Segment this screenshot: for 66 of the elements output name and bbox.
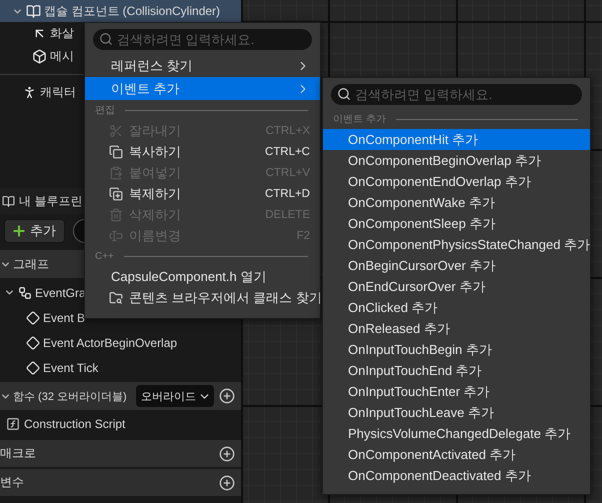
tree-item-label[interactable]: Event B xyxy=(43,310,86,324)
menu-item[interactable]: OnComponentDeactivated 추가 xyxy=(323,465,590,486)
scissors-icon xyxy=(109,124,123,138)
add-circle-icon[interactable] xyxy=(219,388,235,404)
menu-item[interactable]: 이벤트 추가 xyxy=(85,77,320,100)
menu-item[interactable]: OnComponentSleep 추가 xyxy=(323,213,590,234)
tree-item-label[interactable]: EventGra xyxy=(35,286,86,300)
diamond-icon xyxy=(26,336,40,350)
trash-icon xyxy=(109,208,123,222)
diamond-icon xyxy=(26,310,40,324)
menu-item[interactable]: OnComponentPhysicsStateChanged 추가 xyxy=(323,234,590,255)
section-title[interactable]: 매크로 xyxy=(0,445,36,462)
panel-title: 내 블루프린 xyxy=(19,192,82,210)
tree-item-label[interactable]: Event ActorBeginOverlap xyxy=(43,336,178,350)
section-title[interactable]: 그래프 xyxy=(13,256,49,272)
menu-item[interactable]: OnClicked 추가 xyxy=(323,297,590,318)
copy-plus-icon xyxy=(109,186,123,200)
menu-item[interactable]: CapsuleComponent.h 열기 xyxy=(85,266,320,287)
book-icon xyxy=(2,194,15,208)
shortcut-label: CTRL+D xyxy=(264,188,310,200)
submenu-search-field[interactable]: 검색하려면 입력하세요. xyxy=(331,84,582,105)
function-icon xyxy=(6,417,20,431)
menu-item[interactable]: OnComponentActivated 추가 xyxy=(323,444,590,465)
section-title[interactable]: 변수 xyxy=(0,474,24,491)
graph-icon xyxy=(18,286,32,300)
menu-section-heading: 편집 xyxy=(95,104,115,117)
menu-search-field[interactable]: 검색하려면 입력하세요. xyxy=(93,29,312,50)
menu-item[interactable]: OnComponentBeginOverlap 추가 xyxy=(323,150,590,171)
tree-item-label[interactable]: 메시 xyxy=(50,48,74,65)
menu-section-heading: 이벤트 추가 xyxy=(333,113,386,126)
menu-item[interactable]: OnReleased 추가 xyxy=(323,318,590,339)
menu-item[interactable]: OnBeginCursorOver 추가 xyxy=(323,255,590,276)
search-icon xyxy=(99,32,113,46)
add-button[interactable]: 추가 xyxy=(4,219,65,243)
search-icon xyxy=(337,87,351,101)
override-dropdown[interactable]: 오버라이드 xyxy=(136,385,214,407)
menu-item[interactable]: OnComponentWake 추가 xyxy=(323,192,590,213)
folder-search-icon xyxy=(109,290,123,304)
menu-item[interactable]: OnEndCursorOver 추가 xyxy=(323,276,590,297)
menu-item[interactable]: OnInputTouchLeave 추가 xyxy=(323,402,590,423)
menu-item[interactable]: OnInputTouchEnter 추가 xyxy=(323,381,590,402)
tree-item-label[interactable]: 화살 xyxy=(50,25,74,42)
figure-icon xyxy=(22,85,37,100)
tree-item-label[interactable]: 캐릭터 xyxy=(40,84,76,101)
function-item-label[interactable]: Construction Script xyxy=(24,417,126,431)
menu-item[interactable]: OnComponentHit 추가 xyxy=(323,129,590,150)
add-circle-icon[interactable] xyxy=(219,446,235,462)
mesh-icon xyxy=(32,49,47,64)
menu-item[interactable]: 복제하기 CTRL+D xyxy=(85,183,320,204)
plus-icon xyxy=(11,223,27,239)
menu-item[interactable]: PhysicsVolumeChangedDelegate 추가 xyxy=(323,423,590,444)
diamond-icon xyxy=(26,360,40,374)
tree-item-label[interactable]: Event Tick xyxy=(43,360,98,374)
clipboard-icon xyxy=(109,166,123,180)
menu-item[interactable]: 콘텐츠 브라우저에서 클래스 찾기 xyxy=(85,287,320,308)
menu-item[interactable]: 레퍼런스 찾기 xyxy=(85,54,320,77)
add-circle-icon[interactable] xyxy=(219,474,235,490)
shortcut-label: CTRL+C xyxy=(264,146,310,158)
copy-icon xyxy=(109,144,123,158)
menu-item[interactable]: OnInputTouchEnd 추가 xyxy=(323,360,590,381)
text-cursor-icon xyxy=(109,228,123,242)
menu-section-heading: C++ xyxy=(95,250,114,262)
menu-item[interactable]: OnInputTouchBegin 추가 xyxy=(323,339,590,360)
section-title[interactable]: 함수 (32 오버라이더블) xyxy=(13,388,127,404)
menu-item[interactable]: OnComponentEndOverlap 추가 xyxy=(323,171,590,192)
menu-item[interactable]: 복사하기 CTRL+C xyxy=(85,141,320,162)
